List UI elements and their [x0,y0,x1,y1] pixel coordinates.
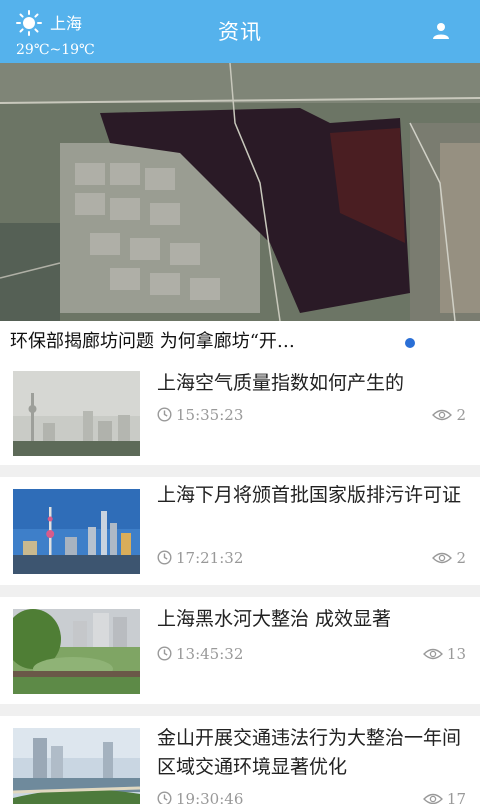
app-header: 上海 29℃~19℃ 资讯 [0,0,480,63]
featured-aerial-photo [0,63,480,321]
news-views: 2 [432,406,466,424]
news-time: 15:35:23 [157,406,243,424]
news-views-text: 13 [446,645,466,663]
carousel-indicator[interactable] [405,338,415,348]
news-title: 上海空气质量指数如何产生的 [157,372,405,394]
sun-icon [16,10,42,36]
eye-icon [432,409,453,421]
news-thumbnail [13,728,140,804]
featured-article[interactable]: 环保部揭廊坊问题 为何拿廊坊“开… [0,63,480,370]
news-thumbnail [13,371,140,456]
news-time-text: 15:35:23 [176,406,244,424]
clock-icon [157,550,172,565]
news-views-text: 2 [456,406,466,424]
news-item[interactable]: 金山开展交通违法行为大整治一年间 区域交通环境显著优化 19:30:46 17 [0,716,480,804]
news-views: 13 [422,645,466,663]
city-label: 上海 [50,14,83,33]
news-time: 13:45:32 [157,645,243,663]
news-item[interactable]: 上海空气质量指数如何产生的 15:35:23 2 [0,362,480,465]
news-item[interactable]: 上海黑水河大整治 成效显著 13:45:32 13 [0,597,480,704]
news-time: 17:21:32 [157,549,243,567]
clock-icon [157,646,172,661]
eye-icon [422,793,443,804]
news-title: 上海下月将颁首批国家版排污许可证 [157,484,462,506]
featured-title: 环保部揭廊坊问题 为何拿廊坊“开… [10,331,295,352]
news-thumbnail [13,609,140,694]
news-time-text: 17:21:32 [176,549,244,567]
user-icon[interactable] [432,22,450,40]
news-time: 19:30:46 [157,790,243,804]
news-time-text: 13:45:32 [176,645,244,663]
news-item[interactable]: 上海下月将颁首批国家版排污许可证 17:21:32 2 [0,477,480,585]
news-title: 金山开展交通违法行为大整治一年间 区域交通环境显著优化 [157,727,462,778]
news-time-text: 19:30:46 [176,790,244,804]
clock-icon [157,407,172,422]
news-views-text: 2 [456,549,466,567]
news-title: 上海黑水河大整治 成效显著 [157,608,392,630]
eye-icon [432,552,453,564]
news-thumbnail [13,489,140,574]
weather-widget[interactable]: 上海 29℃~19℃ [14,6,124,60]
news-views: 17 [422,790,466,804]
clock-icon [157,791,172,804]
temperature-label: 29℃~19℃ [16,42,95,58]
news-views-text: 17 [446,790,466,804]
eye-icon [422,648,443,660]
news-views: 2 [432,549,466,567]
